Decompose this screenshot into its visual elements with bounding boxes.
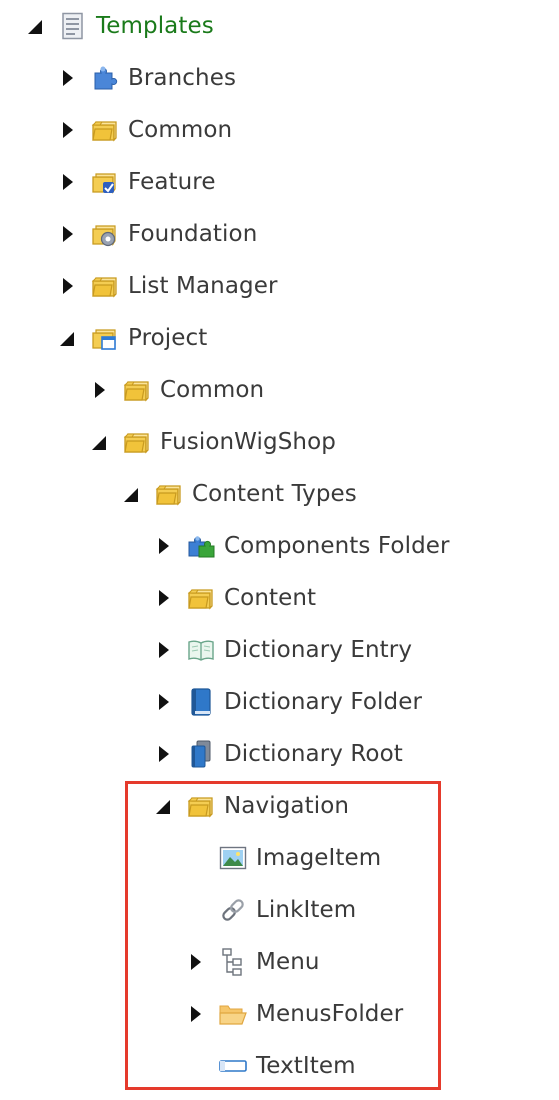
tree-node[interactable]: Common bbox=[88, 364, 264, 416]
tree-node-label: Branches bbox=[128, 65, 237, 91]
expand-arrow-icon[interactable] bbox=[184, 1002, 208, 1026]
expand-arrow-icon[interactable] bbox=[88, 378, 112, 402]
tree-node[interactable]: List Manager bbox=[56, 260, 278, 312]
link-chain-icon bbox=[218, 895, 248, 925]
expand-arrow-icon[interactable] bbox=[152, 638, 176, 662]
branches-puzzle-icon bbox=[90, 63, 120, 93]
expand-arrow-icon[interactable] bbox=[152, 586, 176, 610]
open-book-icon bbox=[186, 635, 216, 665]
expand-arrow-icon[interactable] bbox=[56, 222, 80, 246]
tree-node[interactable]: Feature bbox=[56, 156, 216, 208]
tree-node-label: MenusFolder bbox=[256, 1001, 404, 1027]
tree-node-label: Project bbox=[128, 325, 208, 351]
tree-node-label: TextItem bbox=[256, 1053, 356, 1079]
tree-node[interactable]: Foundation bbox=[56, 208, 257, 260]
expand-arrow-icon[interactable] bbox=[152, 534, 176, 558]
text-field-icon bbox=[218, 1051, 248, 1081]
tree-node-label: Dictionary Folder bbox=[224, 689, 423, 715]
image-icon bbox=[218, 843, 248, 873]
tree-node-label: Components Folder bbox=[224, 533, 450, 559]
tree-node-label: Content Types bbox=[192, 481, 357, 507]
expand-arrow-icon[interactable] bbox=[56, 170, 80, 194]
tree-node[interactable]: Project bbox=[56, 312, 207, 364]
tree-node[interactable]: Menu bbox=[184, 936, 320, 988]
tree-node[interactable]: LinkItem bbox=[184, 884, 356, 936]
folder-icon bbox=[90, 271, 120, 301]
expand-arrow-icon[interactable] bbox=[152, 690, 176, 714]
foundation-folder-icon bbox=[90, 219, 120, 249]
collapse-arrow-icon[interactable] bbox=[88, 430, 112, 454]
expand-arrow-icon[interactable] bbox=[56, 118, 80, 142]
tree-node[interactable]: Branches bbox=[56, 52, 236, 104]
tree-node-label: Dictionary Entry bbox=[224, 637, 413, 663]
book-stack-icon bbox=[186, 739, 216, 769]
tree-node[interactable]: MenusFolder bbox=[184, 988, 403, 1040]
tree-node-label: Dictionary Root bbox=[224, 741, 403, 767]
expand-arrow-icon[interactable] bbox=[56, 274, 80, 298]
components-puzzle-icon bbox=[186, 531, 216, 561]
tree-node-label: Common bbox=[160, 377, 265, 403]
tree-node-label: List Manager bbox=[128, 273, 278, 299]
tree-node-label: ImageItem bbox=[256, 845, 382, 871]
feature-folder-icon bbox=[90, 167, 120, 197]
tree-node-label: Common bbox=[128, 117, 233, 143]
tree-node[interactable]: Dictionary Folder bbox=[152, 676, 422, 728]
tree-node-label: Navigation bbox=[224, 793, 350, 819]
folder-icon bbox=[122, 375, 152, 405]
project-folder-icon bbox=[90, 323, 120, 353]
template-document-icon bbox=[58, 11, 88, 41]
tree-node[interactable]: Common bbox=[56, 104, 232, 156]
folder-icon bbox=[154, 479, 184, 509]
tree-node[interactable]: Navigation bbox=[152, 780, 349, 832]
collapse-arrow-icon[interactable] bbox=[56, 326, 80, 350]
tree-node[interactable]: Content bbox=[152, 572, 316, 624]
tree-node-label: FusionWigShop bbox=[160, 429, 336, 455]
folder-icon bbox=[186, 583, 216, 613]
folder-icon bbox=[90, 115, 120, 145]
hierarchy-icon bbox=[218, 947, 248, 977]
tree-node[interactable]: Content Types bbox=[120, 468, 357, 520]
tree-node-label: Menu bbox=[256, 949, 320, 975]
blue-book-icon bbox=[186, 687, 216, 717]
tree-node[interactable]: FusionWigShop bbox=[88, 416, 336, 468]
expand-arrow-icon[interactable] bbox=[152, 742, 176, 766]
tree-node-label: Foundation bbox=[128, 221, 258, 247]
tree-node-label: Templates bbox=[96, 13, 214, 39]
collapse-arrow-icon[interactable] bbox=[24, 14, 48, 38]
tree-node[interactable]: Templates bbox=[24, 0, 214, 52]
tree-node-label: Feature bbox=[128, 169, 216, 195]
collapse-arrow-icon[interactable] bbox=[120, 482, 144, 506]
open-folder-icon bbox=[218, 999, 248, 1029]
tree-node[interactable]: Dictionary Entry bbox=[152, 624, 412, 676]
tree-node[interactable]: ImageItem bbox=[184, 832, 381, 884]
tree-node[interactable]: TextItem bbox=[184, 1040, 356, 1092]
tree-node[interactable]: Dictionary Root bbox=[152, 728, 403, 780]
content-tree: Templates Branches Common Feature Foundation… bbox=[0, 0, 559, 1100]
tree-node-label: Content bbox=[224, 585, 317, 611]
collapse-arrow-icon[interactable] bbox=[152, 794, 176, 818]
expand-arrow-icon[interactable] bbox=[184, 950, 208, 974]
tree-node[interactable]: Components Folder bbox=[152, 520, 450, 572]
expand-arrow-icon[interactable] bbox=[56, 66, 80, 90]
folder-icon bbox=[122, 427, 152, 457]
folder-icon bbox=[186, 791, 216, 821]
tree-node-label: LinkItem bbox=[256, 897, 357, 923]
